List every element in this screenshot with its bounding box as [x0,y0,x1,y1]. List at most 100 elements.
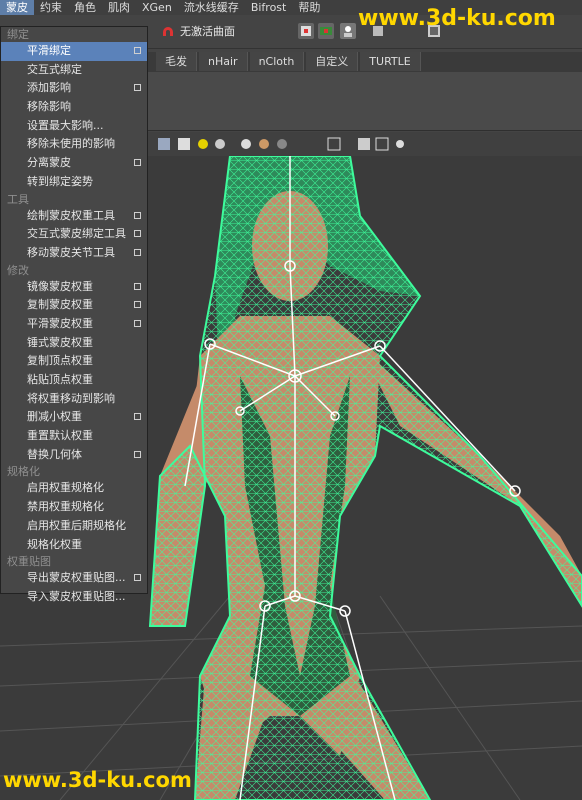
menu-item-smooth-bind[interactable]: 平滑绑定 [1,42,147,61]
menu-item-unbind-skin[interactable]: 分离蒙皮 [1,154,147,173]
menu-item-label: 复制蒙皮权重 [27,298,93,312]
grid-icon[interactable] [358,138,370,150]
wireframe-cube-icon[interactable] [158,138,170,150]
menu-item-label: 替换几何体 [27,447,82,461]
menu-item-mirror-skin-weights[interactable]: 镜像蒙皮权重 [1,278,147,297]
option-box-icon[interactable] [134,248,141,256]
menu-item-prune-small-weights[interactable]: 删减小权重 [1,408,147,427]
menu-xgen[interactable]: XGen [136,0,178,15]
smooth-shade-icon[interactable] [178,138,190,150]
tab-ncloth[interactable]: nCloth [249,52,305,71]
menu-item-label: 镜像蒙皮权重 [27,279,93,293]
shadow-icon[interactable] [215,139,225,149]
menu-constrain[interactable]: 约束 [34,0,68,15]
menu-item-label: 锤式蒙皮权重 [27,335,93,349]
menu-item-label: 启用权重规格化 [27,481,104,495]
menu-item-move-skinned-joints[interactable]: 移动蒙皮关节工具 [1,244,147,263]
menu-item-label: 移除影响 [27,100,71,114]
light-icon[interactable] [198,139,208,149]
menu-item-label: 分离蒙皮 [27,156,71,170]
option-box-icon[interactable] [134,84,141,92]
tab-custom[interactable]: 自定义 [306,52,359,71]
menu-item-label: 添加影响 [27,81,71,95]
menu-item-reset-weights-to-default[interactable]: 重置默认权重 [1,427,147,446]
menu-character[interactable]: 角色 [68,0,102,15]
menu-item-label: 平滑绑定 [27,44,71,57]
menu-item-paint-skin-weights[interactable]: 绘制蒙皮权重工具 [1,207,147,226]
menu-item-copy-vertex-weights[interactable]: 复制顶点权重 [1,352,147,371]
menu-item-normalize-weights[interactable]: 规格化权重 [1,536,147,555]
menu-muscle[interactable]: 肌肉 [102,0,136,15]
menu-item-paste-vertex-weights[interactable]: 粘贴顶点权重 [1,371,147,390]
option-box-icon[interactable] [134,413,141,421]
menu-item-disable-weight-normalization[interactable]: 禁用权重规格化 [1,498,147,517]
menu-skin[interactable]: 蒙皮 [0,0,34,15]
tab-turtle[interactable]: TURTLE [360,52,421,71]
shelf-tabs: 毛发 nHair nCloth 自定义 TURTLE [148,52,582,72]
option-box-icon[interactable] [134,574,141,582]
snap-view-icon[interactable] [318,23,334,39]
menu-item-copy-skin-weights[interactable]: 复制蒙皮权重 [1,296,147,315]
menu-pipeline-cache[interactable]: 流水线缓存 [178,0,245,15]
menu-item-label: 粘贴顶点权重 [27,373,93,386]
option-box-icon[interactable] [134,319,141,327]
viewport-toolbar [148,132,582,156]
menu-item-label: 启用权重后期规格化 [27,518,126,532]
option-box-icon[interactable] [134,159,141,167]
menu-item-label: 设置最大影响... [27,118,104,132]
camera-icon[interactable] [241,139,251,149]
menu-item-label: 重置默认权重 [27,429,93,443]
menu-item-remove-unused-influences[interactable]: 移除未使用的影响 [1,135,147,154]
menu-item-label: 交互式绑定 [27,62,82,76]
menu-item-substitute-geometry[interactable]: 替换几何体 [1,446,147,465]
section-normalize: 规格化 [7,465,40,479]
tab-nhair[interactable]: nHair [199,52,248,71]
section-tools: 工具 [7,192,29,206]
menu-item-hammer-skin-weights[interactable]: 锤式蒙皮权重 [1,334,147,353]
menu-item-label: 转到绑定姿势 [27,174,93,188]
layout-icon[interactable] [375,137,389,151]
snap-icon[interactable] [298,23,314,39]
menu-bifrost[interactable]: Bifrost [245,0,293,15]
section-edit: 修改 [7,263,29,277]
magnet-icon[interactable] [160,23,176,39]
shelf-content [148,72,582,131]
menu-item-interactive-skin-bind-tool[interactable]: 交互式蒙皮绑定工具 [1,225,147,244]
menu-item-label: 移除未使用的影响 [27,137,115,151]
menu-item-label: 将权重移动到影响 [27,391,115,405]
menu-item-interactive-bind[interactable]: 交互式绑定 [1,61,147,80]
tab-fur[interactable]: 毛发 [156,52,197,71]
option-box-icon[interactable] [134,211,141,219]
isolate-icon[interactable] [327,137,341,151]
menu-item-import-weight-maps[interactable]: 导入蒙皮权重贴图... [1,588,147,607]
character-mesh [148,156,582,800]
menu-item-label: 删减小权重 [27,410,82,424]
menu-item-label: 禁用权重规格化 [27,500,104,514]
menu-item-smooth-skin-weights[interactable]: 平滑蒙皮权重 [1,315,147,334]
option-box-icon[interactable] [134,301,141,309]
menu-item-label: 绘制蒙皮权重工具 [27,208,115,222]
option-box-icon[interactable] [134,230,141,238]
xray-icon[interactable] [277,139,287,149]
menu-item-label: 平滑蒙皮权重 [27,316,93,330]
share-icon[interactable] [396,140,404,148]
menu-item-go-to-bind-pose[interactable]: 转到绑定姿势 [1,173,147,192]
watermark-bottom: www.3d-ku.com [3,768,192,792]
menu-item-remove-influence[interactable]: 移除影响 [1,98,147,117]
menu-item-move-weights-to-influences[interactable]: 将权重移动到影响 [1,390,147,409]
option-box-icon[interactable] [134,450,141,458]
render-icon[interactable] [340,23,356,39]
menu-item-add-influence[interactable]: 添加影响 [1,79,147,98]
texture-icon[interactable] [259,139,269,149]
menu-item-enable-weight-normalization[interactable]: 启用权重规格化 [1,479,147,498]
menu-item-enable-post-normalization[interactable]: 启用权重后期规格化 [1,517,147,536]
menu-item-set-max-influences[interactable]: 设置最大影响... [1,117,147,136]
menu-item-label: 交互式蒙皮绑定工具 [27,227,126,241]
option-box-icon[interactable] [134,282,141,290]
menu-item-label: 移动蒙皮关节工具 [27,245,115,259]
live-surface-label[interactable]: 无激活曲面 [180,23,235,39]
option-box-icon[interactable] [134,47,141,54]
menu-item-label: 规格化权重 [27,537,82,551]
menu-help[interactable]: 帮助 [292,0,326,15]
menu-item-export-weight-maps[interactable]: 导出蒙皮权重贴图... [1,569,147,588]
